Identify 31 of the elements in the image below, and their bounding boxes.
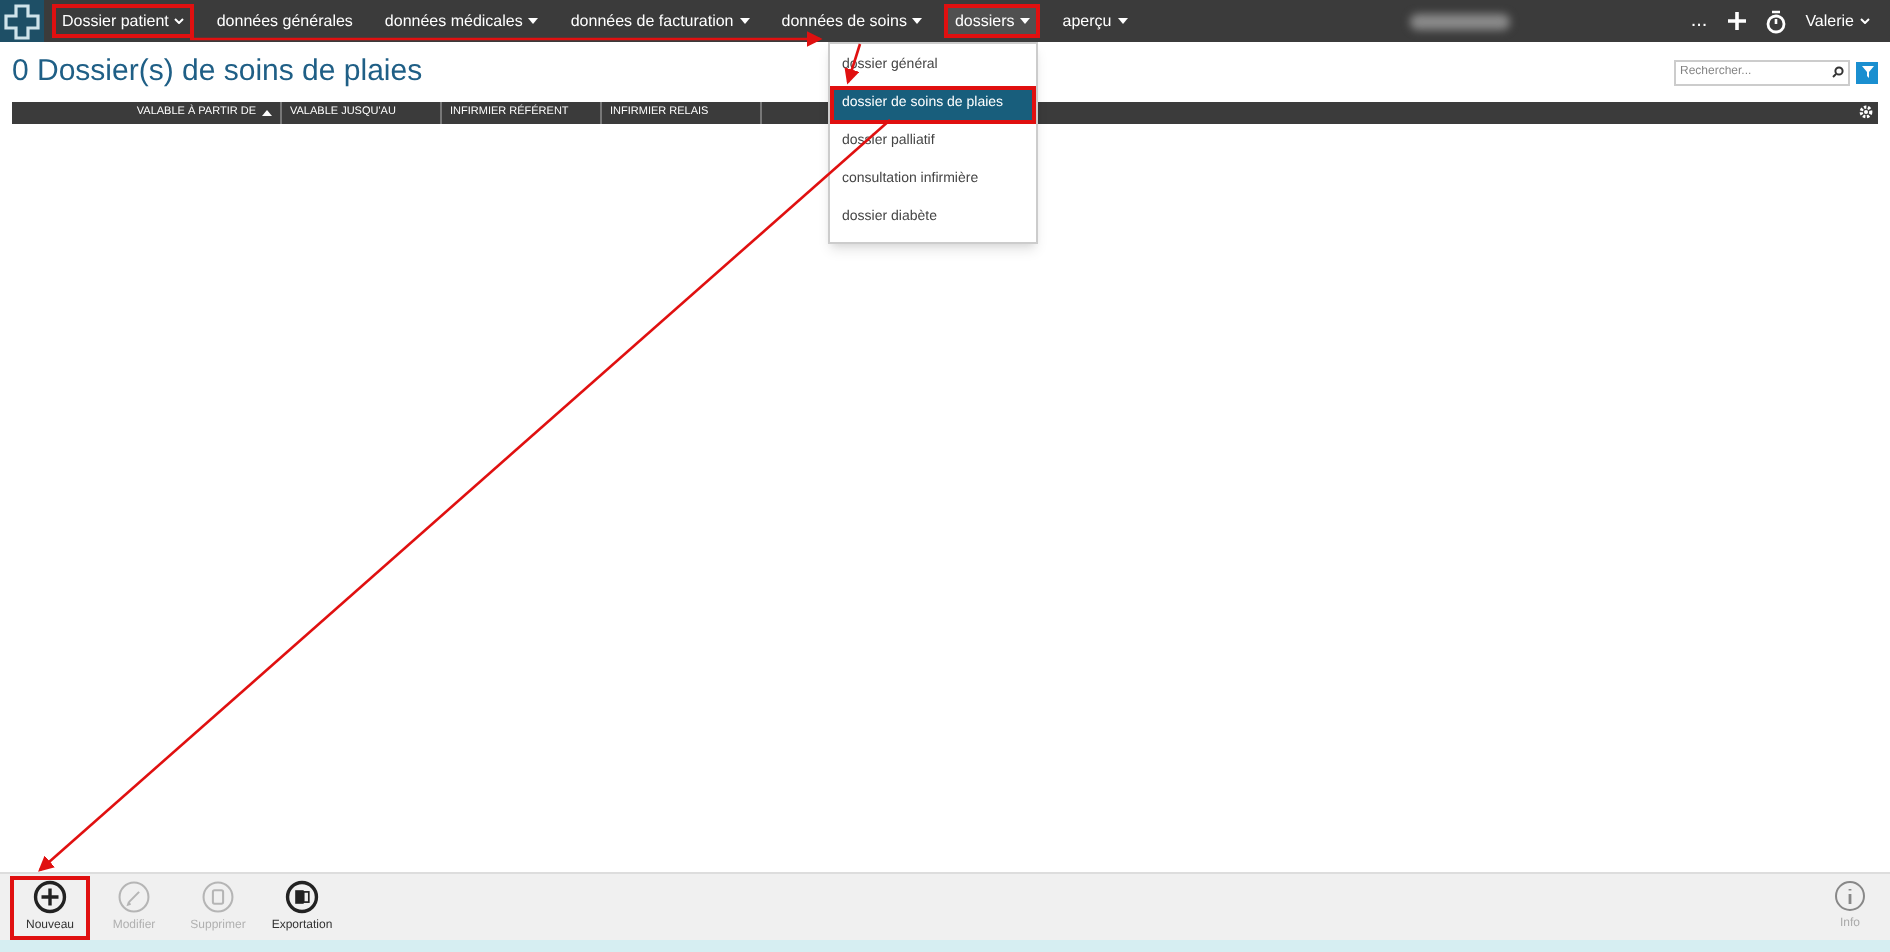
chevron-down-icon: [1860, 18, 1870, 24]
plus-icon[interactable]: [1727, 12, 1746, 30]
caret-icon: [1020, 18, 1031, 24]
search-icon: [1832, 66, 1844, 79]
settings-icon[interactable]: [1858, 104, 1874, 120]
nav-menu-item[interactable]: données de facturation: [560, 4, 760, 38]
chevron-down-icon: [174, 18, 185, 24]
blurred-label: [1410, 13, 1511, 29]
cross-logo-icon: [0, 0, 44, 42]
user-menu[interactable]: Valerie: [1805, 9, 1870, 33]
nav-menu-item[interactable]: Dossier patient: [52, 4, 195, 38]
more-button[interactable]: ...: [1690, 6, 1708, 36]
plus-icon: [30, 879, 70, 913]
nav-menu-item[interactable]: données de soins: [771, 4, 933, 38]
page-title: 0 Dossier(s) de soins de plaies: [12, 52, 423, 92]
export-icon: [282, 879, 322, 913]
caret-icon: [1117, 18, 1128, 24]
nav-menu-item[interactable]: données générales: [206, 4, 363, 38]
pencil-icon: [114, 879, 154, 913]
caret-icon: [912, 18, 923, 24]
info-icon: [1834, 880, 1866, 912]
filter-icon: [1861, 66, 1873, 79]
caret-icon: [528, 18, 539, 24]
sort-up-icon: [262, 109, 272, 115]
nav-menu-item[interactable]: dossiers: [944, 4, 1041, 38]
nav-menu-item[interactable]: données médicales: [374, 4, 549, 38]
trash-icon: [198, 879, 238, 913]
nav-menu-item[interactable]: aperçu: [1052, 4, 1138, 38]
filter-button[interactable]: [1856, 61, 1878, 84]
caret-icon: [739, 18, 750, 24]
stopwatch-icon[interactable]: [1765, 9, 1786, 33]
